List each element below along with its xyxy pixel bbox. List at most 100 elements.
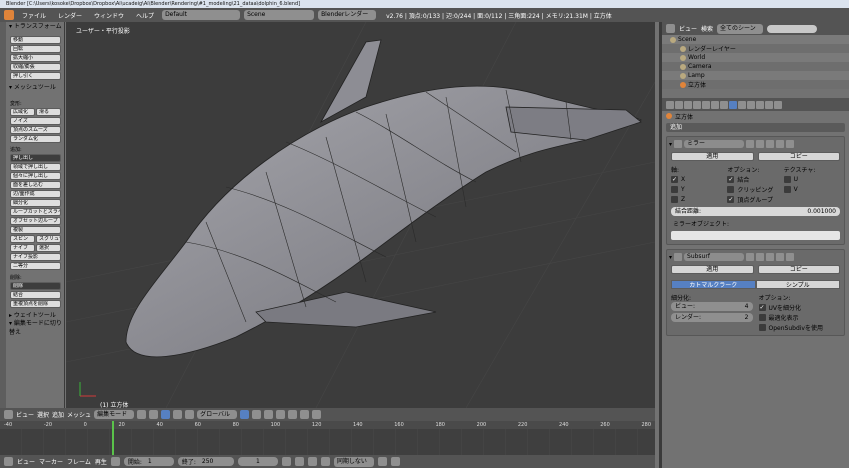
texture-tab-icon[interactable] — [756, 100, 764, 109]
cage-icon[interactable] — [746, 140, 755, 148]
tree-item-lamp[interactable]: Lamp — [662, 71, 849, 80]
tool-subdivide[interactable]: 細分化 — [10, 199, 61, 207]
orientation-select[interactable]: グローバル — [197, 410, 238, 419]
tree-item-render-layers[interactable]: レンダーレイヤー — [662, 44, 849, 53]
face-select-icon[interactable] — [264, 410, 274, 419]
tool-spin[interactable]: スピン — [10, 235, 35, 243]
tool-extrude-region[interactable]: 領域で押し出し — [10, 163, 61, 171]
apply-button[interactable]: 適用 — [671, 265, 754, 274]
play-reverse-icon[interactable] — [294, 457, 304, 466]
keying-icon[interactable] — [377, 457, 387, 466]
tool-rotate[interactable]: 回転 — [10, 45, 61, 53]
editor-type-icon[interactable] — [666, 100, 674, 109]
menu-view[interactable]: ビュー — [16, 410, 34, 419]
tool-extrude-individual[interactable]: 個々に押し出し — [10, 172, 61, 180]
tool-translate[interactable]: 移動 — [10, 36, 61, 44]
tool-slide-vertex[interactable]: 滑る — [36, 108, 61, 116]
tree-item-scene[interactable]: Scene — [662, 35, 849, 44]
particles-tab-icon[interactable] — [765, 100, 773, 109]
vertex-select-icon[interactable] — [240, 410, 250, 419]
optimal-display-checkbox[interactable]: 最適化表示 — [758, 312, 841, 322]
sync-select[interactable]: 同期しない — [333, 456, 374, 467]
menu-add[interactable]: 追加 — [52, 410, 64, 419]
cage-icon[interactable] — [746, 253, 755, 261]
modifier-name-field[interactable]: ミラー — [684, 140, 745, 148]
start-frame-field[interactable]: 開始: 1 — [123, 457, 174, 466]
current-frame-line[interactable] — [112, 421, 114, 455]
end-frame-field[interactable]: 終了: 250 — [177, 457, 234, 466]
mesh-tools-header[interactable]: ▾ メッシュツール — [7, 83, 64, 92]
render-layers-tab-icon[interactable] — [684, 100, 692, 109]
menu-select[interactable]: 選択 — [37, 410, 49, 419]
tool-noise[interactable]: ノイズ — [10, 117, 61, 125]
preview-range-icon[interactable] — [110, 457, 120, 466]
search-input[interactable] — [767, 24, 818, 33]
3d-viewport[interactable]: ユーザー・平行投影 (1) 立方体 — [66, 22, 655, 408]
shading-icon[interactable] — [137, 410, 147, 419]
apply-button[interactable]: 適用 — [671, 152, 754, 161]
data-tab-icon[interactable] — [738, 100, 746, 109]
tool-tabs[interactable] — [0, 22, 6, 408]
menu-help[interactable]: ヘルプ — [132, 11, 158, 20]
proportional-edit-icon[interactable] — [288, 410, 298, 419]
tool-offset-edge-loop[interactable]: オフセット辺ループ — [10, 217, 61, 225]
texture-u-checkbox[interactable]: U — [783, 174, 840, 184]
tool-screw[interactable]: スクリュー — [36, 235, 61, 243]
mode-select[interactable]: 編集モード — [94, 410, 135, 419]
texture-v-checkbox[interactable]: V — [783, 184, 840, 194]
timeline[interactable]: -40 -20 0 20 40 60 80 100 120 140 160 180 200 220 240 2… — [0, 421, 655, 455]
render-tab-icon[interactable] — [675, 100, 683, 109]
limit-selection-icon[interactable] — [276, 410, 286, 419]
tool-knife-select[interactable]: 選択 — [36, 244, 61, 252]
screen-layout-select[interactable]: Default — [162, 10, 241, 20]
tool-shrink-fatten[interactable]: 収縮/膨張 — [10, 63, 61, 71]
tool-randomize[interactable]: ランダム化 — [10, 135, 61, 143]
merge-distance-field[interactable]: 結合距離: 0.001000 — [671, 207, 840, 216]
tool-inset-faces[interactable]: 面を差し込む — [10, 181, 61, 189]
manipulator-icon[interactable] — [161, 410, 171, 419]
tool-duplicate[interactable]: 複製 — [10, 226, 61, 234]
object-tab-icon[interactable] — [711, 100, 719, 109]
view-levels-field[interactable]: ビュー: 4 — [671, 302, 753, 311]
clipping-checkbox[interactable]: クリッピング — [727, 184, 783, 194]
editor-type-icon[interactable] — [666, 24, 675, 33]
tool-merge[interactable]: 結合 — [10, 291, 61, 299]
close-icon[interactable] — [786, 253, 795, 261]
copy-button[interactable]: コピー — [757, 265, 840, 274]
current-frame-field[interactable]: 1 — [237, 457, 278, 466]
keyframe-icon[interactable] — [390, 457, 400, 466]
axis-x-checkbox[interactable]: ✓ X — [671, 174, 727, 184]
transform-panel-header[interactable]: ▾ トランスフォーム — [7, 22, 64, 31]
menu-frame[interactable]: フレーム — [67, 457, 91, 466]
menu-marker[interactable]: マーカー — [39, 457, 63, 466]
move-up-icon[interactable] — [776, 140, 785, 148]
edge-select-icon[interactable] — [252, 410, 262, 419]
collapse-icon[interactable]: ▾ — [669, 141, 672, 148]
tool-knife-project[interactable]: ナイフ投影 — [10, 253, 61, 261]
tool-remove-doubles[interactable]: 重複頂点を削除 — [10, 300, 61, 308]
tree-item-camera[interactable]: Camera — [662, 62, 849, 71]
physics-tab-icon[interactable] — [774, 100, 782, 109]
render-icon[interactable] — [766, 140, 775, 148]
menu-render[interactable]: レンダー — [54, 11, 86, 20]
menu-window[interactable]: ウィンドウ — [90, 11, 128, 20]
editmode-icon[interactable] — [756, 140, 765, 148]
play-icon[interactable] — [307, 457, 317, 466]
frame-ruler[interactable]: -40 -20 0 20 40 60 80 100 120 140 160 180 200 220 240 2… — [0, 421, 655, 429]
render-engine-select[interactable]: Blenderレンダー — [318, 10, 377, 20]
tab-simple[interactable]: シンプル — [755, 280, 840, 289]
editor-type-icon[interactable] — [4, 457, 13, 466]
axis-z-checkbox[interactable]: Z — [671, 194, 727, 204]
material-tab-icon[interactable] — [747, 100, 755, 109]
subdivide-uvs-checkbox[interactable]: ✓ UVを細分化 — [758, 302, 841, 312]
scene-tab-icon[interactable] — [693, 100, 701, 109]
axis-y-checkbox[interactable]: Y — [671, 184, 727, 194]
move-up-icon[interactable] — [776, 253, 785, 261]
timeline-area[interactable] — [0, 429, 655, 455]
last-operator-header[interactable]: ▾ 編集モードに切り替え — [7, 319, 64, 336]
tool-bisect[interactable]: 二等分 — [10, 262, 61, 270]
render-levels-field[interactable]: レンダー: 2 — [671, 313, 753, 322]
tool-scale[interactable]: 拡大縮小 — [10, 54, 61, 62]
scene-select[interactable]: Scene — [244, 10, 315, 20]
pivot-icon[interactable] — [149, 410, 159, 419]
